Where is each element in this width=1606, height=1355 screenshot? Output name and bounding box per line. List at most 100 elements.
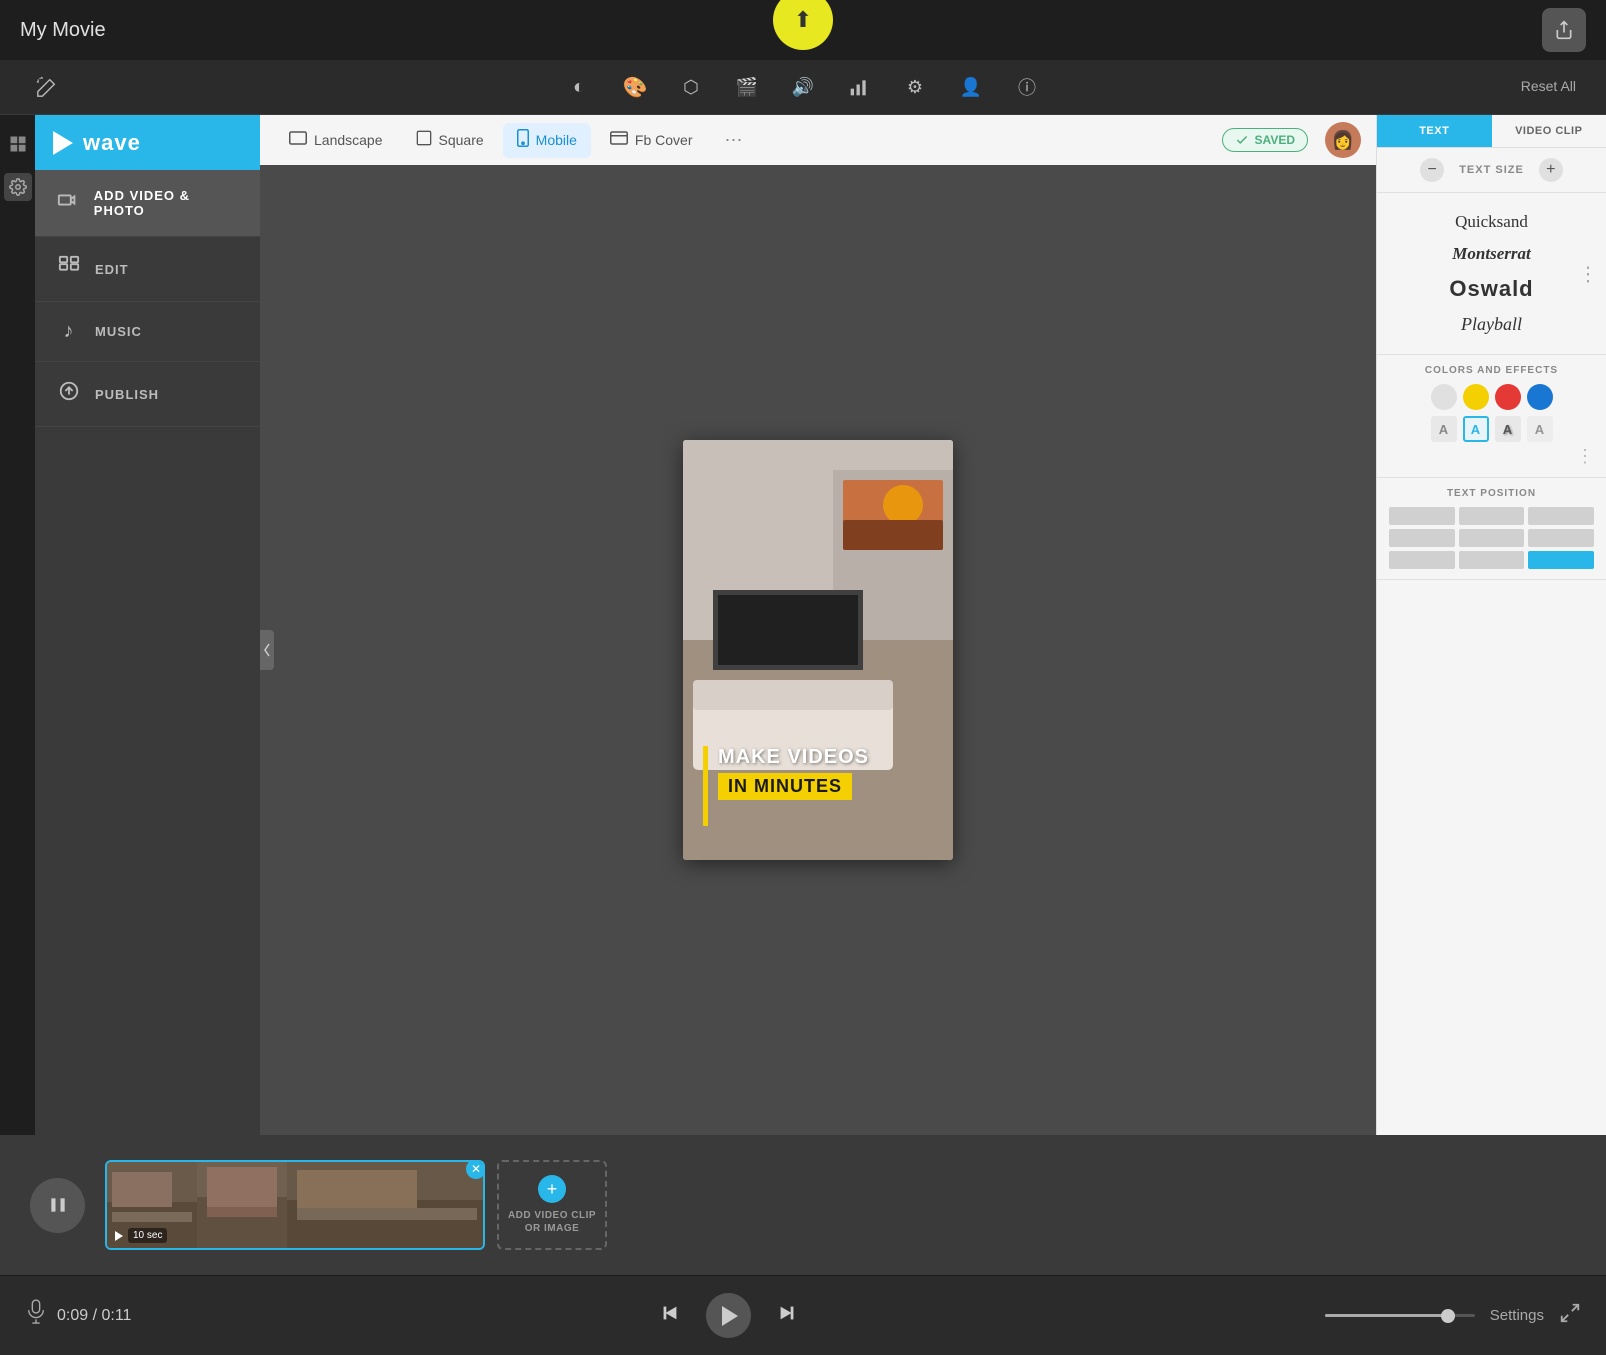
panel-toggle[interactable] [260, 630, 274, 670]
pos-mid-right[interactable] [1528, 529, 1594, 547]
video-text-line2: IN MINUTES [718, 773, 852, 800]
colors-label: COLORS AND EFFECTS [1389, 365, 1594, 376]
font-more-button[interactable]: ⋮ [1578, 261, 1598, 286]
color-palette-icon[interactable]: 🎨 [618, 70, 652, 104]
cursor-icon: ⬆ [794, 7, 812, 33]
clip-close-button[interactable]: ✕ [466, 1160, 485, 1179]
effect-faded[interactable]: A [1527, 416, 1553, 442]
tab-square[interactable]: Square [402, 124, 498, 157]
font-montserrat[interactable]: Montserrat [1389, 239, 1594, 269]
edit-icon [57, 255, 81, 283]
video-text-line1: MAKE VIDEOS [718, 746, 869, 769]
progress-fill [1325, 1314, 1448, 1317]
more-formats-button[interactable]: ⋯ [717, 126, 751, 155]
pos-bot-left[interactable] [1389, 551, 1455, 569]
filter-bw-icon[interactable]: ◐ [562, 70, 596, 104]
cursor-highlight: ⬆ [773, 0, 833, 50]
right-panel-tabs: TEXT VIDEO CLIP [1377, 115, 1606, 148]
format-tabs: Landscape Square Mobile Fb Cover ⋯ [260, 115, 1376, 165]
progress-thumb[interactable] [1441, 1309, 1455, 1323]
text-size-increase[interactable]: + [1539, 158, 1563, 182]
info-icon[interactable]: ⓘ [1010, 70, 1044, 104]
time-separator: / [93, 1307, 102, 1324]
chart-icon[interactable] [842, 70, 876, 104]
skip-back-button[interactable] [659, 1302, 681, 1330]
tab-text[interactable]: TEXT [1377, 115, 1492, 147]
settings-button[interactable]: Settings [1490, 1307, 1544, 1324]
microphone-icon[interactable] [25, 1298, 47, 1333]
tab-landscape[interactable]: Landscape [275, 125, 397, 156]
publish-icon [57, 380, 81, 408]
add-clip-button[interactable]: + ADD VIDEO CLIP OR IMAGE [497, 1160, 607, 1250]
timeline-area: ✕ [0, 1135, 1606, 1275]
volume-icon[interactable]: 🔊 [786, 70, 820, 104]
colors-grid [1389, 384, 1594, 410]
play-button[interactable] [706, 1293, 751, 1338]
reset-all-button[interactable]: Reset All [1521, 78, 1576, 94]
video-text-container: MAKE VIDEOS IN MINUTES [703, 746, 933, 800]
sidebar-mini-home[interactable] [4, 130, 32, 158]
text-size-section: − TEXT SIZE + [1377, 148, 1606, 193]
saved-label: SAVED [1255, 133, 1295, 147]
speed-icon[interactable]: ⚙ [898, 70, 932, 104]
effects-more-button[interactable]: ⋮ [1576, 446, 1594, 466]
color-light-gray[interactable] [1431, 384, 1457, 410]
pos-mid-center[interactable] [1459, 529, 1525, 547]
pos-top-left[interactable] [1389, 507, 1455, 525]
nav-edit[interactable]: EDIT [35, 237, 260, 302]
nav-music[interactable]: ♪ MUSIC [35, 302, 260, 362]
video-text-content: MAKE VIDEOS IN MINUTES [718, 746, 869, 800]
magic-wand-icon[interactable] [30, 70, 64, 104]
tab-video-clip[interactable]: VIDEO CLIP [1492, 115, 1606, 147]
pos-mid-left[interactable] [1389, 529, 1455, 547]
video-camera-icon[interactable]: 🎬 [730, 70, 764, 104]
text-size-decrease[interactable]: − [1420, 158, 1444, 182]
effect-outlined[interactable]: A [1463, 416, 1489, 442]
font-oswald[interactable]: Oswald [1389, 271, 1594, 307]
pos-top-right[interactable] [1528, 507, 1594, 525]
progress-track[interactable] [1325, 1314, 1475, 1317]
timeline-content: ✕ [0, 1135, 1606, 1275]
pos-bot-center[interactable] [1459, 551, 1525, 569]
bottom-center [659, 1293, 798, 1338]
nav-publish[interactable]: PUBLISH [35, 362, 260, 427]
play-triangle [722, 1306, 738, 1326]
share-button[interactable] [1542, 8, 1586, 52]
music-icon: ♪ [57, 320, 81, 343]
tab-fb-cover[interactable]: Fb Cover [596, 125, 707, 156]
crop-icon[interactable]: ⬡ [674, 70, 708, 104]
sidebar-mini-gear[interactable] [4, 173, 32, 201]
effect-shadow[interactable]: A [1495, 416, 1521, 442]
current-time-value: 0:09 [57, 1307, 88, 1324]
bottom-bar: 0:09 / 0:11 Settings [0, 1275, 1606, 1355]
fullscreen-button[interactable] [1559, 1302, 1581, 1330]
progress-bar-row [1325, 1314, 1475, 1317]
fb-cover-icon [610, 131, 628, 150]
timeline-pause-button[interactable] [30, 1178, 85, 1233]
pos-top-center[interactable] [1459, 507, 1525, 525]
effect-normal[interactable]: A [1431, 416, 1457, 442]
color-yellow[interactable] [1463, 384, 1489, 410]
toolbar-left [30, 70, 64, 104]
add-clip-plus-icon: + [538, 1175, 566, 1203]
color-blue[interactable] [1527, 384, 1553, 410]
font-quicksand[interactable]: Quicksand [1389, 207, 1594, 237]
tab-landscape-label: Landscape [314, 132, 383, 148]
color-red[interactable] [1495, 384, 1521, 410]
clip-play-indicator: 10 sec [115, 1228, 167, 1243]
tab-mobile[interactable]: Mobile [503, 123, 591, 158]
nav-add-video[interactable]: ADD VIDEO & PHOTO [35, 170, 260, 237]
mobile-icon [517, 129, 529, 152]
current-time: 0:09 / 0:11 [57, 1307, 131, 1325]
tab-fb-cover-label: Fb Cover [635, 132, 693, 148]
skip-forward-button[interactable] [776, 1302, 798, 1330]
text-size-row: − TEXT SIZE + [1389, 158, 1594, 182]
font-playball[interactable]: Playball [1389, 309, 1594, 340]
video-clip-item[interactable]: ✕ [105, 1160, 485, 1250]
add-video-icon [57, 189, 80, 217]
wave-sidebar: wave ADD VIDEO & PHOTO EDIT ♪ MUSIC [35, 115, 260, 1135]
pos-bot-right[interactable] [1528, 551, 1594, 569]
user-icon[interactable]: 👤 [954, 70, 988, 104]
wave-logo: wave [35, 115, 260, 170]
clip-frame-3-svg [287, 1162, 485, 1248]
